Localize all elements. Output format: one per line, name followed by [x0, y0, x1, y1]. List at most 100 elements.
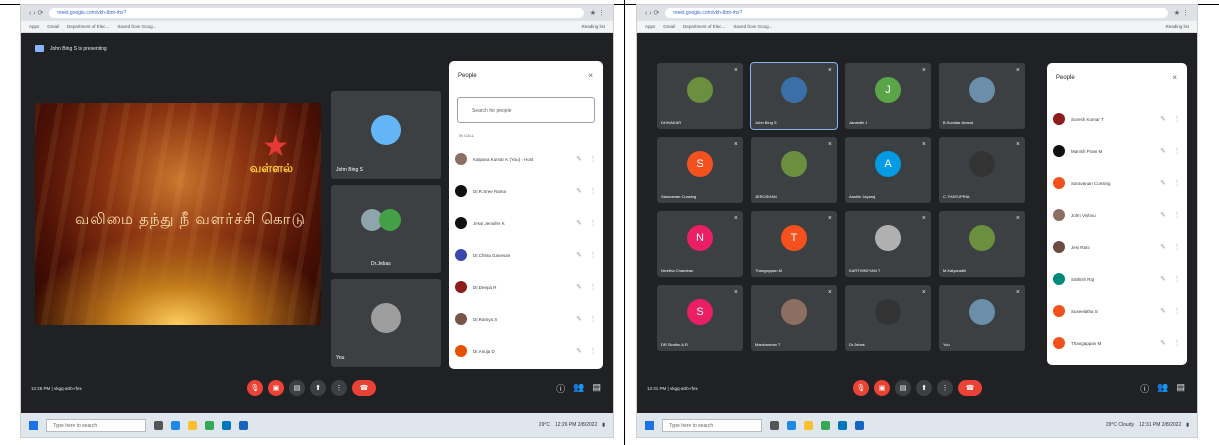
bookmark-item[interactable]: Apps [29, 24, 39, 29]
participant-tile[interactable]: ⨯ DHIVAKAR [657, 63, 743, 129]
participant-tile[interactable]: ⨯ Manivannan T [751, 285, 837, 351]
info-icon[interactable]: ⓘ [556, 382, 565, 395]
participant-tile[interactable]: T ⨯ Thangappan M [751, 211, 837, 277]
participant-row[interactable]: Dr.R.Sree Rama ✎ ⋮ [455, 175, 597, 207]
participant-row[interactable]: Dr.Ramya S ✎ ⋮ [455, 303, 597, 335]
bookmark-item[interactable]: Apps [645, 24, 655, 29]
participant-tile[interactable]: ⨯ JEROSHAN [751, 137, 837, 203]
clock[interactable]: 12:31 PM 2/8/2022 [1139, 422, 1181, 428]
participant-tile[interactable]: ⨯ KARTHIKEYAN T [845, 211, 931, 277]
folder-icon[interactable] [804, 420, 813, 430]
bookmark-item[interactable]: Saved from Goog... [117, 24, 156, 29]
chrome-icon[interactable] [205, 420, 214, 430]
close-icon[interactable]: × [588, 71, 593, 80]
address-bar[interactable]: meet.google.com/vkh-tbnt-rhx? [49, 8, 584, 18]
address-bar[interactable]: meet.google.com/vkh-tbnt-rhx? [665, 8, 1168, 18]
participant-row[interactable]: Jessi Jennifer K ✎ ⋮ [455, 207, 597, 239]
close-icon[interactable]: × [1172, 73, 1177, 82]
back-icon[interactable]: ‹ › ⟳ [29, 9, 43, 17]
more-icon[interactable]: ⋮ [1173, 243, 1181, 251]
edge-icon[interactable] [171, 420, 180, 430]
participant-tile[interactable]: ⨯ You [939, 285, 1025, 351]
participant-row[interactable]: Dr.Chitra Ganesan ✎ ⋮ [455, 239, 597, 271]
bookmark-item[interactable]: Gmail [47, 24, 59, 29]
camera-off-button[interactable]: ▣ [268, 380, 284, 396]
mic-off-button[interactable]: 🎙 [853, 380, 869, 396]
edge-icon[interactable] [787, 420, 796, 430]
notification-icon[interactable]: ▮ [602, 422, 605, 428]
extensions-icon[interactable]: ★ ⋮ [1174, 9, 1189, 17]
participant-row[interactable]: Dr.Deepa R ✎ ⋮ [455, 271, 597, 303]
more-icon[interactable]: ⋮ [589, 315, 597, 323]
present-button[interactable]: ⬆ [916, 380, 932, 396]
participant-tile[interactable]: A ⨯ Aashin Jayaraj [845, 137, 931, 203]
word-icon[interactable] [239, 420, 248, 430]
windows-start-icon[interactable] [29, 420, 38, 430]
participant-row[interactable]: Suseelatha S ✎ ⋮ [1053, 295, 1181, 327]
weather[interactable]: 29°C Cloudy [1106, 422, 1134, 428]
bookmark-item[interactable]: Saved from Goog... [733, 24, 772, 29]
participant-row[interactable]: Dr.Anuja D ✎ ⋮ [455, 335, 597, 367]
word-icon[interactable] [855, 420, 864, 430]
weather[interactable]: 29°C [539, 422, 550, 428]
chrome-icon[interactable] [821, 420, 830, 430]
participant-tile[interactable]: J ⨯ Jananthi J [845, 63, 931, 129]
reading-list[interactable]: Reading list [1165, 24, 1189, 29]
participant-tile[interactable]: You [331, 279, 441, 367]
end-call-button[interactable]: ☎ [958, 380, 982, 396]
task-view-icon[interactable] [154, 420, 163, 430]
chat-icon[interactable]: ▤ [1176, 382, 1185, 395]
more-icon[interactable]: ⋮ [589, 251, 597, 259]
more-icon[interactable]: ⋮ [1173, 275, 1181, 283]
more-icon[interactable]: ⋮ [1173, 211, 1181, 219]
clock[interactable]: 12:26 PM 2/8/2022 [555, 422, 597, 428]
mic-off-button[interactable]: 🎙 [247, 380, 263, 396]
more-icon[interactable]: ⋮ [1173, 339, 1181, 347]
search-people-input[interactable]: Search for people [457, 97, 595, 123]
taskbar-search[interactable]: Type here to search [662, 418, 762, 432]
bookmark-item[interactable]: Gmail [663, 24, 675, 29]
reading-list[interactable]: Reading list [581, 24, 605, 29]
people-icon[interactable]: 👥 [573, 382, 584, 395]
store-icon[interactable] [222, 420, 231, 430]
more-icon[interactable]: ⋮ [589, 155, 597, 163]
captions-button[interactable]: ▤ [289, 380, 305, 396]
participant-row[interactable]: Kalpana Kumar K (You) - Host ✎ ⋮ [455, 143, 597, 175]
more-options-button[interactable]: ⋮ [937, 380, 953, 396]
participant-tile[interactable]: ⨯ Dr.Jebas [845, 285, 931, 351]
participant-tile[interactable]: S ⨯ DR.Sindhu A.R [657, 285, 743, 351]
notification-icon[interactable]: ▮ [1186, 422, 1189, 428]
participant-row[interactable]: Sathish Raj ✎ ⋮ [1053, 263, 1181, 295]
windows-start-icon[interactable] [645, 420, 654, 430]
extensions-icon[interactable]: ★ ⋮ [590, 9, 605, 17]
more-icon[interactable]: ⋮ [589, 219, 597, 227]
back-icon[interactable]: ‹ › ⟳ [645, 9, 659, 17]
bookmark-item[interactable]: Department of Elec... [683, 24, 725, 29]
participant-row[interactable]: Jesi Rani ✎ ⋮ [1053, 231, 1181, 263]
participant-row[interactable]: Thangappan M ✎ ⋮ [1053, 327, 1181, 359]
participant-tile[interactable]: N ⨯ Nivetha Chandran [657, 211, 743, 277]
captions-button[interactable]: ▤ [895, 380, 911, 396]
participant-row[interactable]: Manish Prani M ✎ ⋮ [1053, 135, 1181, 167]
camera-off-button[interactable]: ▣ [874, 380, 890, 396]
more-icon[interactable]: ⋮ [1173, 115, 1181, 123]
chat-icon[interactable]: ▤ [592, 382, 601, 395]
more-icon[interactable]: ⋮ [589, 347, 597, 355]
bookmark-item[interactable]: Department of Elec... [67, 24, 109, 29]
more-icon[interactable]: ⋮ [589, 283, 597, 291]
more-icon[interactable]: ⋮ [589, 187, 597, 195]
more-icon[interactable]: ⋮ [1173, 179, 1181, 187]
participant-tile[interactable]: ⨯ M.Kalyanathi [939, 211, 1025, 277]
people-icon[interactable]: 👥 [1157, 382, 1168, 395]
info-icon[interactable]: ⓘ [1140, 382, 1149, 395]
folder-icon[interactable] [188, 420, 197, 430]
participant-row[interactable]: Saravanan Cunsing ✎ ⋮ [1053, 167, 1181, 199]
participant-tile[interactable]: S ⨯ Saravanan Cunsing [657, 137, 743, 203]
participant-row[interactable]: John Vishnu ✎ ⋮ [1053, 199, 1181, 231]
participant-row[interactable]: Suresh Kumar T ✎ ⋮ [1053, 103, 1181, 135]
more-icon[interactable]: ⋮ [1173, 307, 1181, 315]
store-icon[interactable] [838, 420, 847, 430]
more-options-button[interactable]: ⋮ [331, 380, 347, 396]
present-button[interactable]: ⬆ [310, 380, 326, 396]
participant-tile[interactable]: John Bing S [331, 91, 441, 179]
